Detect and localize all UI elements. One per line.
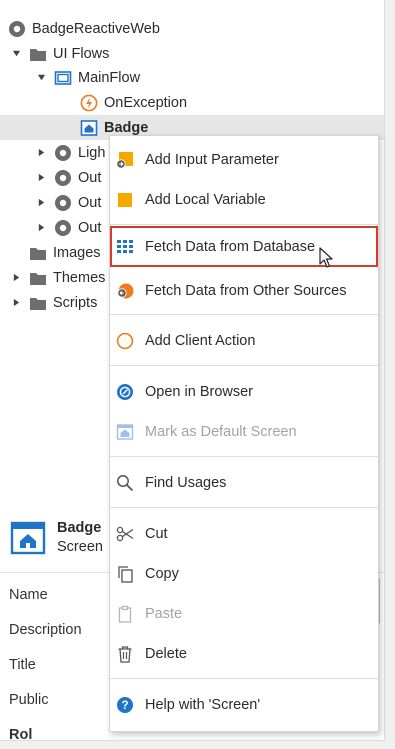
module-icon [8, 20, 26, 38]
tree-item-label: Themes [53, 269, 106, 286]
trash-icon [116, 645, 134, 663]
screen-icon [80, 119, 98, 137]
menu-separator [110, 456, 378, 457]
menu-item-add-client-action[interactable]: Add Client Action [110, 322, 378, 360]
menu-separator [110, 678, 378, 679]
tree-item-label: UI Flows [53, 45, 110, 62]
chevron-right-icon[interactable] [11, 298, 21, 308]
local-variable-icon [116, 191, 134, 209]
tree-item-label: Out [78, 219, 102, 236]
client-action-icon [116, 332, 134, 350]
menu-item-mark-as-default-screen[interactable]: Mark as Default Screen [110, 413, 378, 451]
folder-icon [29, 244, 47, 262]
chevron-right-icon[interactable] [11, 273, 21, 283]
menu-item-add-local-variable[interactable]: Add Local Variable [110, 181, 378, 219]
home-screen-icon [116, 423, 134, 441]
data-action-icon [116, 282, 134, 300]
menu-item-label: Delete [145, 646, 187, 662]
menu-item-label: Cut [145, 526, 168, 542]
tree-item-label: Images [53, 244, 101, 261]
browser-icon [116, 383, 134, 401]
menu-item-label: Help with 'Screen' [145, 697, 261, 713]
tree-item-onexception[interactable]: OnException [0, 90, 384, 115]
aggregate-icon [116, 237, 134, 255]
property-label-title: Title [9, 657, 36, 673]
folder-icon [29, 269, 47, 287]
menu-item-label: Add Input Parameter [145, 152, 279, 168]
block-icon [54, 194, 72, 212]
block-icon [54, 219, 72, 237]
folder-icon [29, 294, 47, 312]
copy-icon [116, 565, 134, 583]
tree-item-module[interactable]: BadgeReactiveWeb [0, 16, 384, 41]
help-icon: ? [116, 696, 134, 714]
menu-item-label: Open in Browser [145, 384, 253, 400]
block-icon [54, 169, 72, 187]
property-label-name: Name [9, 587, 48, 603]
menu-separator [110, 365, 378, 366]
menu-item-label: Fetch Data from Other Sources [145, 283, 347, 299]
menu-item-open-in-browser[interactable]: Open in Browser [110, 373, 378, 411]
element-type: Screen [57, 539, 103, 555]
tree-item-label: BadgeReactiveWeb [32, 20, 160, 37]
tree-item-ui-flows[interactable]: UI Flows [0, 41, 384, 66]
menu-item-paste[interactable]: Paste [110, 595, 378, 633]
menu-item-add-input-parameter[interactable]: Add Input Parameter [110, 141, 378, 179]
clipboard-icon [116, 605, 134, 623]
screen-icon [10, 520, 46, 556]
menu-item-fetch-data-from-database[interactable]: Fetch Data from Database [110, 226, 378, 267]
tree-item-label: Out [78, 194, 102, 211]
menu-item-copy[interactable]: Copy [110, 555, 378, 593]
mouse-cursor-icon [319, 247, 335, 269]
menu-item-label: Add Client Action [145, 333, 256, 349]
tree-item-label: Scripts [53, 294, 98, 311]
chevron-right-icon[interactable] [36, 223, 46, 233]
menu-item-fetch-data-other-sources[interactable]: Fetch Data from Other Sources [110, 272, 378, 310]
ui-flow-icon [54, 69, 72, 87]
menu-item-label: Add Local Variable [145, 192, 266, 208]
menu-item-label: Fetch Data from Database [145, 238, 316, 255]
property-label-description: Description [9, 622, 82, 638]
element-name: Badge [57, 520, 102, 536]
tree-item-mainflow[interactable]: MainFlow [0, 65, 384, 90]
menu-item-delete[interactable]: Delete [110, 635, 378, 673]
tree-item-label: Out [78, 169, 102, 186]
scissors-icon [116, 525, 134, 543]
folder-icon [29, 45, 47, 63]
tree-item-label: OnException [104, 94, 188, 111]
chevron-down-icon[interactable] [36, 73, 46, 83]
menu-separator [110, 314, 378, 315]
chevron-right-icon[interactable] [36, 148, 46, 158]
context-menu: Add Input Parameter Add Local Variable F… [109, 135, 379, 732]
menu-item-label: Find Usages [145, 475, 227, 491]
menu-item-cut[interactable]: Cut [110, 515, 378, 553]
chevron-down-icon[interactable] [11, 49, 21, 59]
tree-item-label: Badge [104, 119, 149, 136]
tree-item-label: Ligh [78, 144, 106, 161]
exception-handler-icon [80, 94, 98, 112]
property-label-roles: Rol [9, 727, 33, 741]
block-icon [54, 144, 72, 162]
property-label-public: Public [9, 692, 49, 708]
chevron-right-icon[interactable] [36, 173, 46, 183]
menu-item-help-with-screen[interactable]: ? Help with 'Screen' [110, 686, 378, 724]
menu-item-label: Mark as Default Screen [145, 424, 297, 440]
chevron-right-icon[interactable] [36, 198, 46, 208]
svg-text:?: ? [121, 700, 128, 712]
search-icon [116, 474, 134, 492]
menu-separator [110, 224, 378, 225]
tree-item-label: MainFlow [78, 69, 141, 86]
menu-separator [110, 507, 378, 508]
menu-item-label: Paste [145, 606, 183, 622]
menu-item-label: Copy [145, 566, 179, 582]
menu-item-find-usages[interactable]: Find Usages [110, 464, 378, 502]
input-parameter-icon [116, 151, 134, 169]
